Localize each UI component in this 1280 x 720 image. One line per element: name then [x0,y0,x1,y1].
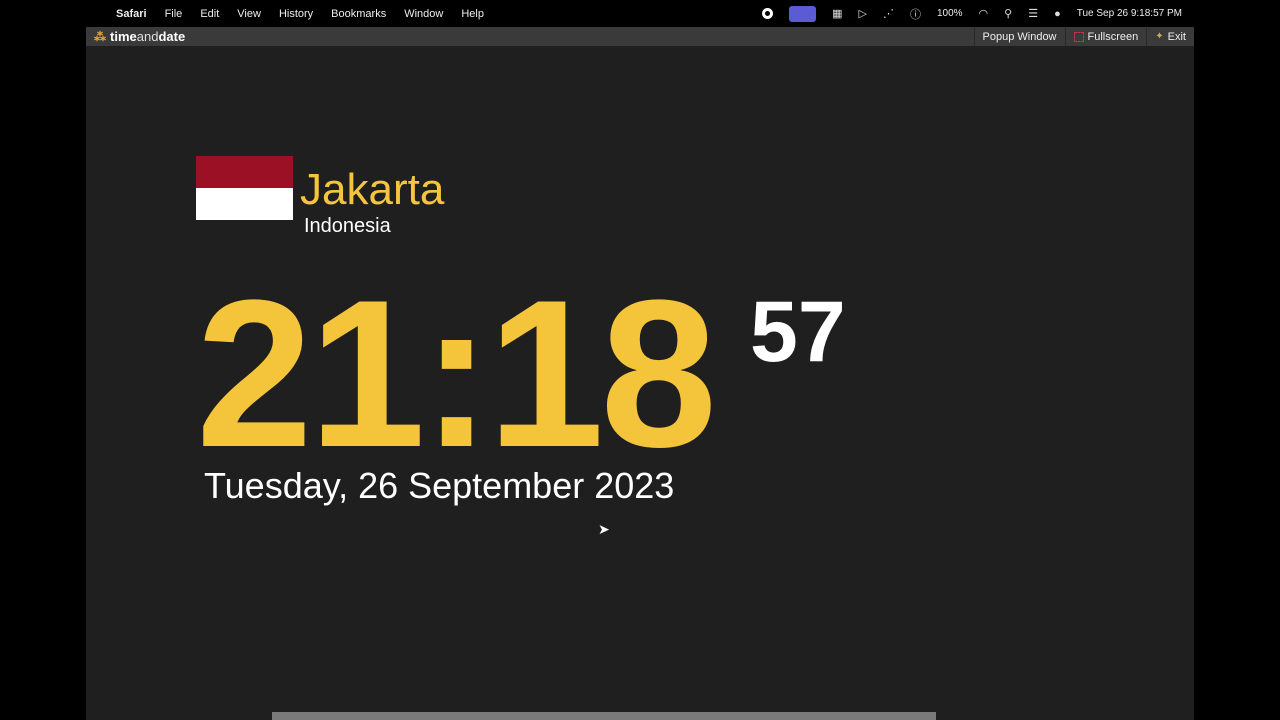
city-name: Jakarta [300,165,445,214]
siri-icon[interactable]: ● [1054,8,1061,20]
clock-seconds: 57 [750,284,846,380]
timeanddate-logo[interactable]: ⁂ time and date [86,29,185,44]
play-icon[interactable]: ▷ [858,7,866,20]
logo-text-time: time [110,29,137,44]
site-toolbar: ⁂ time and date Popup Window Fullscreen ✦ E… [86,27,1194,46]
info-icon[interactable]: ⓘ [910,6,921,22]
menu-help[interactable]: Help [461,8,484,20]
record-icon[interactable] [762,8,774,19]
exit-button[interactable]: ✦ Exit [1146,27,1194,46]
menu-app-name[interactable]: Safari [116,8,147,20]
logo-text-and: and [136,29,159,44]
fullscreen-icon [1073,31,1084,42]
popup-window-button[interactable]: Popup Window [973,27,1065,46]
screen-share-icon[interactable] [789,5,817,22]
country-name: Indonesia [304,215,391,237]
mouse-cursor-icon: ➤ [598,521,610,537]
clock-time: 21:18 [196,256,717,491]
menu-edit[interactable]: Edit [200,8,219,20]
keyboard-icon[interactable]: ▦ [832,7,842,20]
logo-icon: ⁂ [94,29,106,44]
control-center-icon[interactable]: ☰ [1028,7,1038,20]
fullscreen-button[interactable]: Fullscreen [1064,27,1147,46]
battery-percent: 100% [936,8,963,19]
exit-label: Exit [1167,30,1186,43]
menu-view[interactable]: View [237,8,261,20]
menu-bookmarks[interactable]: Bookmarks [331,8,386,20]
logo-text-date: date [158,29,186,44]
search-icon[interactable]: ⚲ [1004,7,1012,20]
wifi-icon[interactable]: ◠ [979,7,989,20]
sun-icon[interactable]: ⋰ [883,7,894,20]
clock-date: Tuesday, 26 September 2023 [204,465,675,506]
menu-window[interactable]: Window [404,8,443,20]
menu-file[interactable]: File [165,8,183,20]
browser-window: ⁂ time and date Popup Window Fullscreen ✦ E… [86,27,1194,720]
horizontal-scrollbar[interactable] [272,712,936,720]
menu-bar: Safari File Edit View History Bookmarks … [0,0,1280,27]
indonesia-flag [196,156,293,220]
exit-icon: ✦ [1155,31,1164,42]
menu-history[interactable]: History [279,8,313,20]
fullscreen-label: Fullscreen [1087,30,1139,43]
menubar-clock[interactable]: Tue Sep 26 9:18:57 PM [1077,8,1182,19]
popup-label: Popup Window [982,30,1057,43]
